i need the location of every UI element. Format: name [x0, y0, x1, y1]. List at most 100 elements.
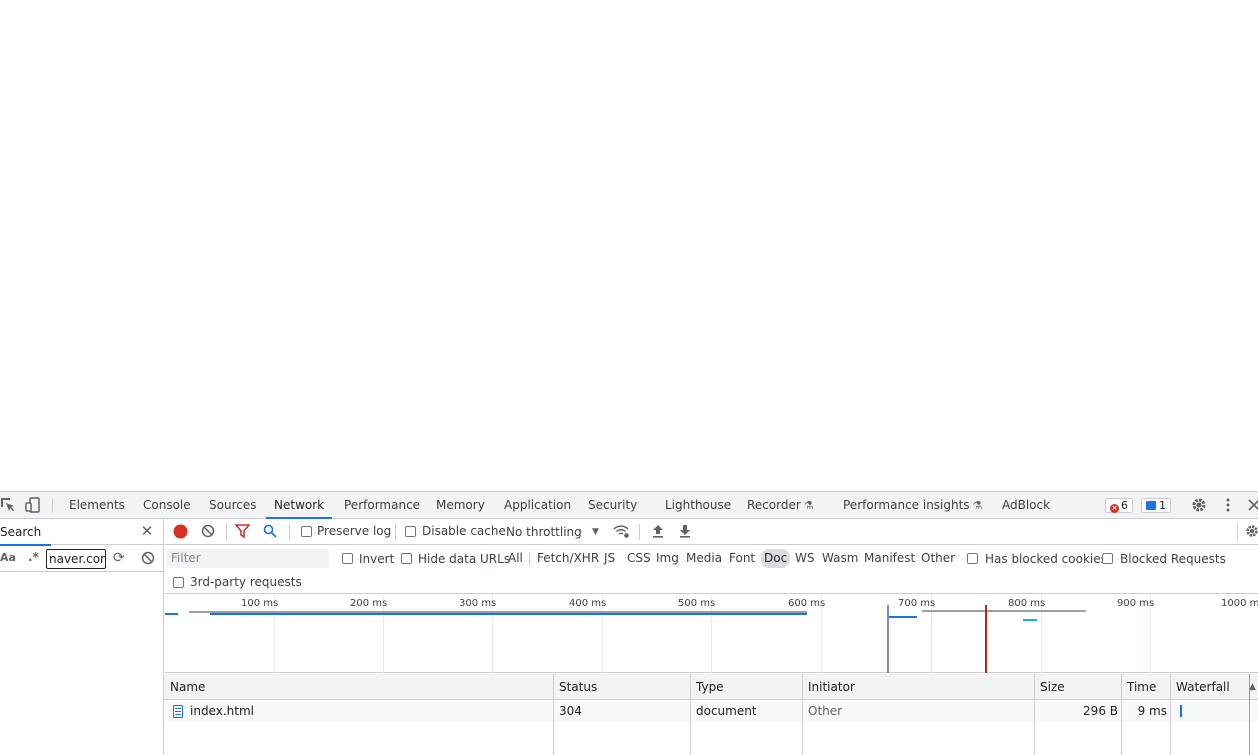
export-har-icon[interactable] [679, 524, 691, 541]
tab-console[interactable]: Console [143, 492, 191, 518]
close-icon[interactable]: ✕ [140, 524, 154, 539]
preserve-log-checkbox[interactable] [301, 526, 312, 537]
column-header-status[interactable]: Status [553, 674, 597, 700]
disable-cache-label[interactable]: Disable cache [422, 524, 506, 538]
page-viewport[interactable] [0, 0, 1258, 491]
type-filter-fetch-xhr[interactable]: Fetch/XHR [534, 549, 602, 568]
more-options-icon[interactable] [1220, 497, 1236, 513]
blocked-requests-label[interactable]: Blocked Requests [1120, 552, 1226, 566]
column-divider[interactable] [1170, 674, 1171, 755]
request-type: document [696, 704, 757, 718]
search-drawer: Search ✕ Aa .* naver.com ⟳ [0, 519, 164, 755]
record-icon[interactable] [173, 524, 188, 542]
devtools-tabbar: Elements Console Sources Network Perform… [0, 492, 1258, 519]
filter-input[interactable]: Filter [167, 549, 329, 568]
type-filter-font[interactable]: Font [726, 549, 758, 568]
type-filter-other[interactable]: Other [918, 549, 958, 568]
devtools-panel: Elements Console Sources Network Perform… [0, 491, 1258, 755]
request-name[interactable]: index.html [190, 701, 254, 722]
search-drawer-title[interactable]: Search [0, 519, 52, 546]
network-conditions-icon[interactable] [613, 524, 630, 542]
tab-performance[interactable]: Performance [344, 492, 420, 518]
request-status: 304 [559, 704, 582, 718]
invert-label[interactable]: Invert [359, 552, 394, 566]
overview-tick-label: 100 ms [241, 598, 279, 609]
has-blocked-cookies-label[interactable]: Has blocked cookies [985, 552, 1107, 566]
settings-gear-icon[interactable] [1191, 497, 1207, 513]
column-divider[interactable] [1034, 674, 1035, 755]
network-settings-gear-icon[interactable] [1245, 524, 1258, 541]
tab-network[interactable]: Network [265, 492, 333, 519]
overview-tick-label: 500 ms [678, 598, 716, 609]
browser-window: Elements Console Sources Network Perform… [0, 0, 1258, 755]
type-filter-wasm[interactable]: Wasm [819, 549, 861, 568]
tabbar-separator [52, 498, 53, 513]
inspect-element-icon[interactable] [0, 497, 16, 513]
regex-toggle[interactable]: .* [28, 550, 39, 564]
disable-cache-checkbox[interactable] [405, 526, 416, 537]
filter-icon[interactable] [234, 524, 251, 541]
third-party-checkbox[interactable] [173, 577, 184, 588]
type-filter-css[interactable]: CSS [624, 549, 654, 568]
type-filter-img[interactable]: Img [653, 549, 682, 568]
column-header-waterfall[interactable]: Waterfall [1170, 674, 1230, 700]
type-filter-media[interactable]: Media [683, 549, 725, 568]
chevron-down-icon[interactable]: ▼ [592, 527, 599, 537]
search-input[interactable]: naver.com [46, 549, 106, 569]
overview-tick-label: 700 ms [898, 598, 936, 609]
column-divider[interactable] [553, 674, 554, 755]
device-toolbar-icon[interactable] [25, 497, 41, 513]
refresh-icon[interactable]: ⟳ [113, 551, 125, 565]
column-header-size[interactable]: Size [1034, 674, 1065, 700]
type-filter-doc[interactable]: Doc [761, 549, 791, 568]
has-blocked-cookies-checkbox[interactable] [967, 553, 978, 564]
type-filter-all[interactable]: All [505, 549, 526, 568]
toolbar-separator [639, 524, 640, 540]
match-case-toggle[interactable]: Aa [0, 551, 16, 564]
tab-application[interactable]: Application [504, 492, 571, 518]
tab-memory[interactable]: Memory [436, 492, 485, 518]
overview-request-bar [922, 610, 1086, 612]
search-icon[interactable] [263, 524, 277, 541]
tab-adblock[interactable]: AdBlock [1002, 492, 1050, 518]
invert-checkbox[interactable] [342, 553, 353, 564]
tab-security[interactable]: Security [588, 492, 637, 518]
column-header-name[interactable]: Name [164, 674, 205, 700]
hide-data-urls-checkbox[interactable] [401, 553, 412, 564]
error-count-badge[interactable]: × 6 [1105, 498, 1133, 513]
search-controls: Aa .* naver.com ⟳ [0, 546, 163, 572]
type-filter-manifest[interactable]: Manifest [861, 549, 918, 568]
overview-tick-label: 800 ms [1008, 598, 1046, 609]
column-divider[interactable] [690, 674, 691, 755]
tab-lighthouse[interactable]: Lighthouse [665, 492, 731, 518]
overview-tick-label: 200 ms [350, 598, 388, 609]
type-filter-separator [529, 552, 530, 565]
column-divider[interactable] [802, 674, 803, 755]
preserve-log-label[interactable]: Preserve log [317, 524, 391, 538]
overview-request-bar [165, 613, 178, 615]
tab-elements[interactable]: Elements [69, 492, 125, 518]
message-count-badge[interactable]: 1 [1141, 498, 1171, 513]
domcontentloaded-marker [887, 605, 889, 673]
blocked-requests-checkbox[interactable] [1102, 553, 1113, 564]
table-row[interactable]: index.html 304 document Other 296 B 9 ms [164, 701, 1258, 722]
column-header-type[interactable]: Type [690, 674, 724, 700]
column-header-time[interactable]: Time [1121, 674, 1156, 700]
import-har-icon[interactable] [652, 524, 664, 541]
tab-sources[interactable]: Sources [209, 492, 256, 518]
third-party-label[interactable]: 3rd-party requests [190, 575, 302, 589]
clear-log-icon[interactable] [201, 524, 215, 541]
tab-recorder[interactable]: Recorder ⚗ [747, 492, 814, 518]
error-icon: × [1110, 504, 1119, 513]
column-header-initiator[interactable]: Initiator [802, 674, 855, 700]
close-devtools-icon[interactable] [1246, 497, 1258, 513]
column-divider[interactable] [1121, 674, 1122, 755]
hide-data-urls-label[interactable]: Hide data URLs [418, 552, 510, 566]
clear-search-icon[interactable] [141, 551, 155, 568]
tab-performance-insights[interactable]: Performance insights ⚗ [843, 492, 982, 518]
throttling-select[interactable]: No throttling [506, 519, 582, 545]
overview-tick-label: 400 ms [569, 598, 607, 609]
type-filter-ws[interactable]: WS [792, 549, 817, 568]
network-overview[interactable]: 100 ms 200 ms 300 ms 400 ms 500 ms 600 m… [165, 595, 1258, 673]
type-filter-js[interactable]: JS [601, 549, 618, 568]
